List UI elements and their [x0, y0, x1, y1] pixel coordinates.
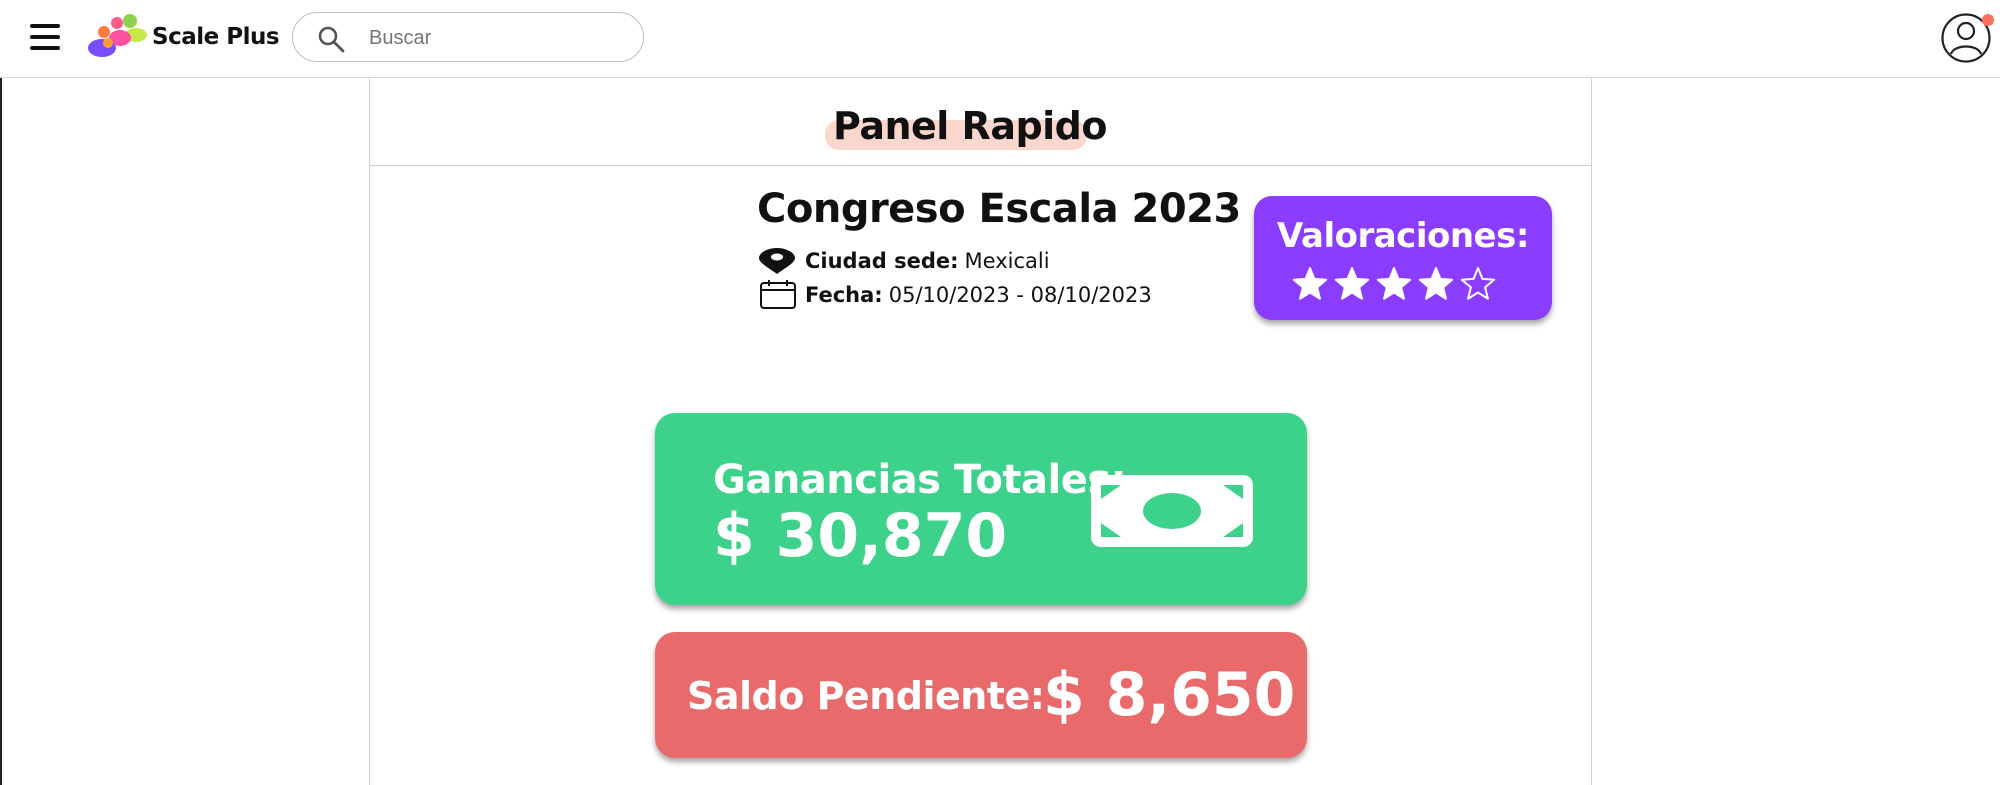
brand-logo-icon — [88, 14, 147, 57]
city-label: Ciudad sede: — [805, 249, 959, 273]
page-title: Panel Rapido — [833, 104, 1108, 148]
search-box — [292, 12, 644, 62]
rating-card[interactable]: Valoraciones: — [1254, 196, 1552, 320]
calendar-icon — [760, 280, 796, 309]
top-bar: Scale Plus — [0, 0, 2000, 78]
search-input[interactable] — [369, 23, 619, 53]
star-filled-icon — [1292, 267, 1328, 300]
event-title: Congreso Escala 2023 — [757, 186, 1241, 232]
star-filled-icon — [1376, 267, 1412, 300]
balance-value: $ 8,650 — [1043, 660, 1296, 730]
panel-header: Panel Rapido — [370, 78, 1591, 166]
event-date-row: Fecha: 05/10/2023 - 08/10/2023 — [757, 280, 1152, 310]
brand-name: Scale Plus — [152, 24, 280, 50]
hamburger-menu-icon[interactable] — [30, 24, 60, 50]
earnings-card[interactable]: Ganancias Totales: $ 30,870 — [655, 413, 1307, 605]
notification-dot — [1982, 14, 1994, 26]
banknote-icon — [1091, 475, 1253, 547]
star-empty-icon — [1460, 267, 1496, 300]
earnings-label: Ganancias Totales: — [713, 457, 1127, 503]
brand[interactable]: Scale Plus — [86, 12, 280, 62]
event-city-row: Ciudad sede: Mexicali — [757, 246, 1050, 276]
star-filled-icon — [1334, 267, 1370, 300]
balance-card[interactable]: Saldo Pendiente: $ 8,650 — [655, 632, 1307, 758]
window-left-edge — [0, 78, 2, 785]
city-value: Mexicali — [964, 249, 1050, 273]
quick-panel: Panel Rapido Congreso Escala 2023 Ciudad… — [369, 78, 1592, 785]
date-label: Fecha: — [805, 283, 883, 307]
earnings-value: $ 30,870 — [713, 501, 1008, 571]
search-icon[interactable] — [317, 25, 345, 53]
rating-title: Valoraciones: — [1277, 216, 1529, 256]
star-filled-icon — [1418, 267, 1454, 300]
date-value: 05/10/2023 - 08/10/2023 — [888, 283, 1152, 307]
panel-title-container: Panel Rapido — [825, 104, 1108, 150]
location-pin-icon — [759, 248, 795, 274]
user-avatar-button[interactable] — [1940, 12, 1994, 64]
rating-stars — [1292, 266, 1502, 302]
balance-label: Saldo Pendiente: — [687, 674, 1045, 718]
